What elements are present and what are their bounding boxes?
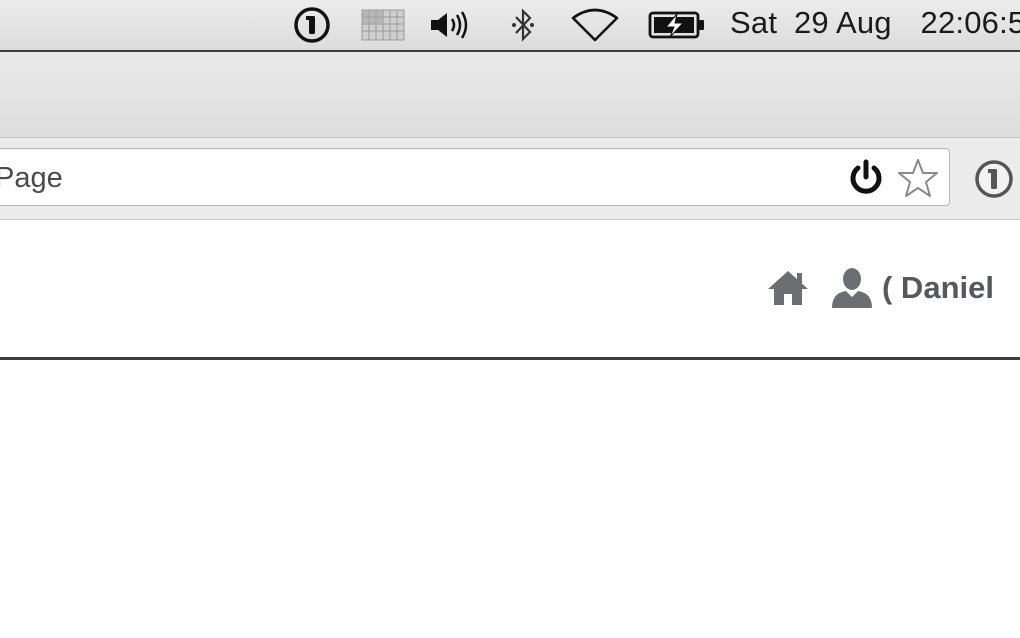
browser-toolbar: Page <box>0 138 1020 220</box>
bluetooth-icon[interactable] <box>508 0 538 50</box>
clock-time: 22:06:5 <box>920 5 1020 40</box>
user-icon[interactable] <box>830 266 874 310</box>
address-bar[interactable]: Page <box>0 148 950 206</box>
web-page: ( Daniel <box>0 220 1020 638</box>
1password-icon[interactable] <box>292 0 332 50</box>
home-icon[interactable] <box>766 266 810 310</box>
menu-bar-clock[interactable]: Sat 29 Aug 22:06:5 <box>730 5 1020 41</box>
1password-extension-icon[interactable] <box>972 157 1016 201</box>
bookmark-star-icon[interactable] <box>897 157 939 199</box>
grid-app-icon[interactable] <box>360 0 406 50</box>
address-bar-text: Page <box>0 162 63 194</box>
site-header: ( Daniel <box>0 220 1020 360</box>
clock-date: 29 Aug <box>793 5 892 40</box>
volume-icon[interactable] <box>428 0 472 50</box>
browser-tab-strip <box>0 52 1020 138</box>
wifi-icon[interactable] <box>570 0 620 50</box>
system-menu-bar: Sat 29 Aug 22:06:5 <box>0 0 1020 52</box>
power-icon[interactable] <box>845 157 887 199</box>
clock-day: Sat <box>730 5 778 40</box>
user-menu-label[interactable]: ( Daniel <box>882 270 994 306</box>
battery-charging-icon[interactable] <box>648 0 706 50</box>
